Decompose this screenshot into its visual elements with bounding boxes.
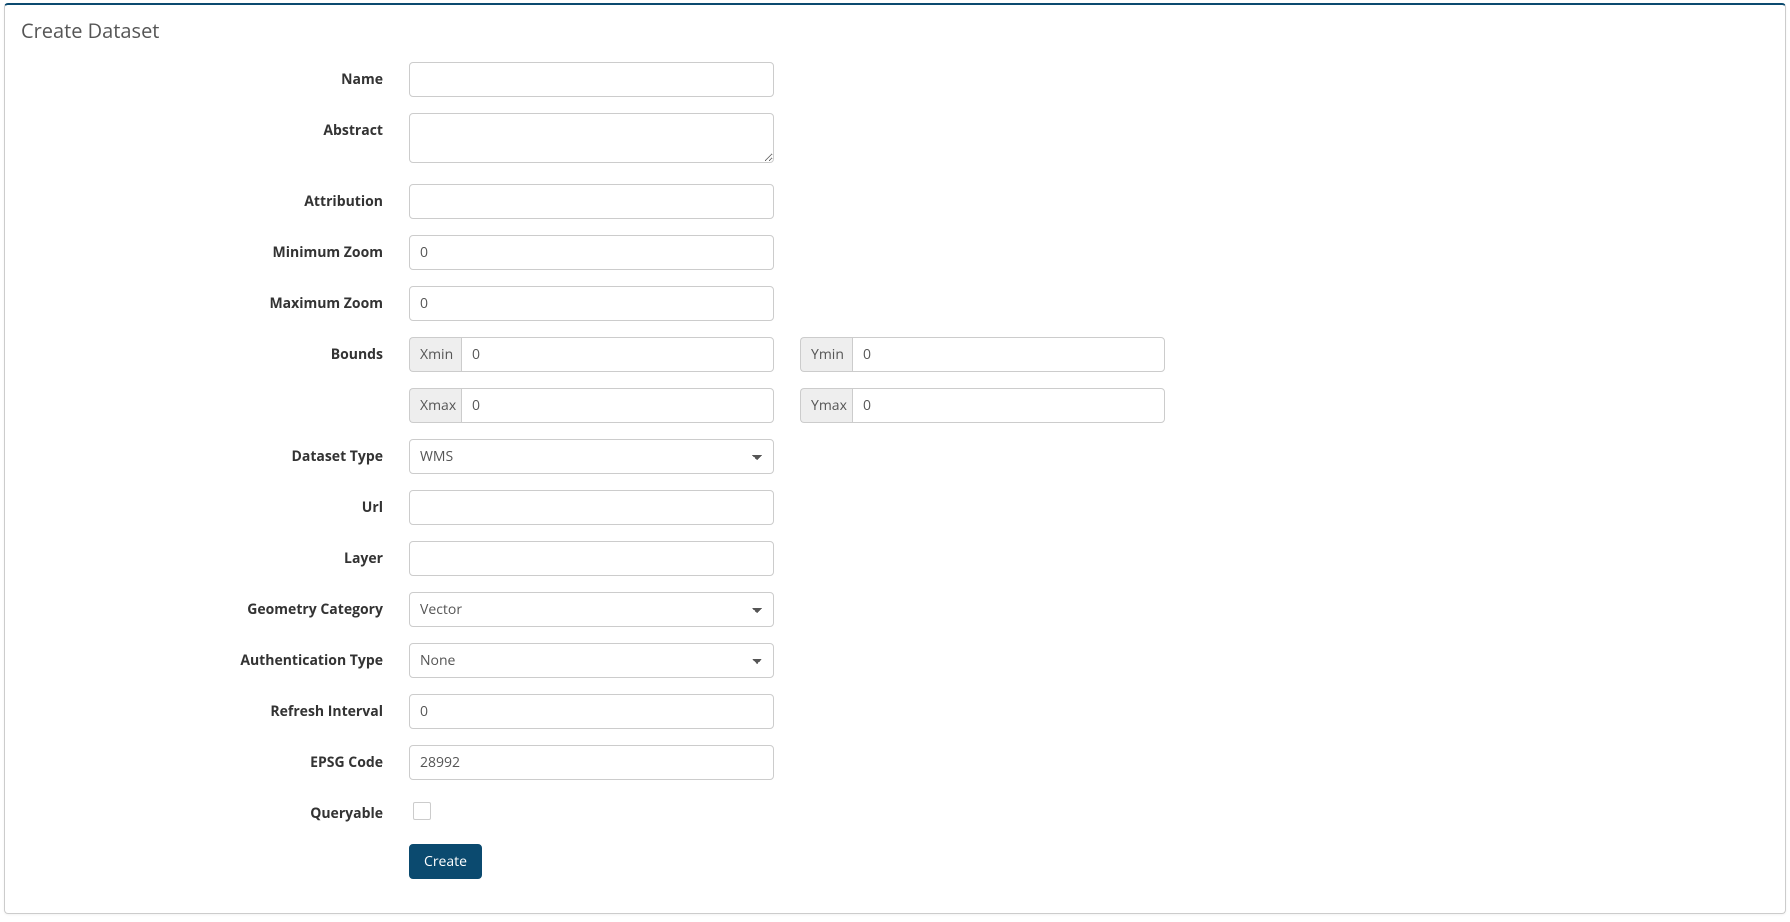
xmax-addon: Xmax — [409, 388, 461, 423]
xmax-input[interactable] — [461, 388, 774, 423]
label-layer: Layer — [19, 541, 409, 568]
label-abstract: Abstract — [19, 113, 409, 140]
label-geometry-category: Geometry Category — [19, 592, 409, 619]
create-dataset-form: Name Abstract Attribution Minimum Zoom M — [19, 62, 1771, 879]
abstract-textarea[interactable] — [409, 113, 774, 163]
label-min-zoom: Minimum Zoom — [19, 235, 409, 262]
label-auth-type: Authentication Type — [19, 643, 409, 670]
create-button[interactable]: Create — [409, 844, 482, 879]
auth-type-select[interactable]: None — [409, 643, 774, 678]
label-attribution: Attribution — [19, 184, 409, 211]
panel-title: Create Dataset — [21, 17, 1771, 44]
xmin-input[interactable] — [461, 337, 774, 372]
queryable-checkbox[interactable] — [413, 802, 431, 820]
label-url: Url — [19, 490, 409, 517]
create-dataset-panel: Create Dataset Name Abstract Attribution… — [4, 3, 1786, 914]
label-dataset-type: Dataset Type — [19, 439, 409, 466]
refresh-interval-input[interactable] — [409, 694, 774, 729]
label-name: Name — [19, 62, 409, 89]
label-refresh-interval: Refresh Interval — [19, 694, 409, 721]
label-bounds-2 — [19, 388, 409, 396]
xmin-group: Xmin — [409, 337, 774, 372]
ymin-addon: Ymin — [800, 337, 852, 372]
xmax-group: Xmax — [409, 388, 774, 423]
ymin-group: Ymin — [800, 337, 1165, 372]
max-zoom-input[interactable] — [409, 286, 774, 321]
dataset-type-select[interactable]: WMS — [409, 439, 774, 474]
name-input[interactable] — [409, 62, 774, 97]
xmin-addon: Xmin — [409, 337, 461, 372]
epsg-code-input[interactable] — [409, 745, 774, 780]
min-zoom-input[interactable] — [409, 235, 774, 270]
label-queryable: Queryable — [19, 796, 409, 823]
ymin-input[interactable] — [852, 337, 1165, 372]
layer-input[interactable] — [409, 541, 774, 576]
attribution-input[interactable] — [409, 184, 774, 219]
ymax-group: Ymax — [800, 388, 1165, 423]
ymax-input[interactable] — [852, 388, 1165, 423]
geometry-category-select[interactable]: Vector — [409, 592, 774, 627]
label-max-zoom: Maximum Zoom — [19, 286, 409, 313]
label-bounds: Bounds — [19, 337, 409, 364]
label-epsg-code: EPSG Code — [19, 745, 409, 772]
ymax-addon: Ymax — [800, 388, 852, 423]
url-input[interactable] — [409, 490, 774, 525]
